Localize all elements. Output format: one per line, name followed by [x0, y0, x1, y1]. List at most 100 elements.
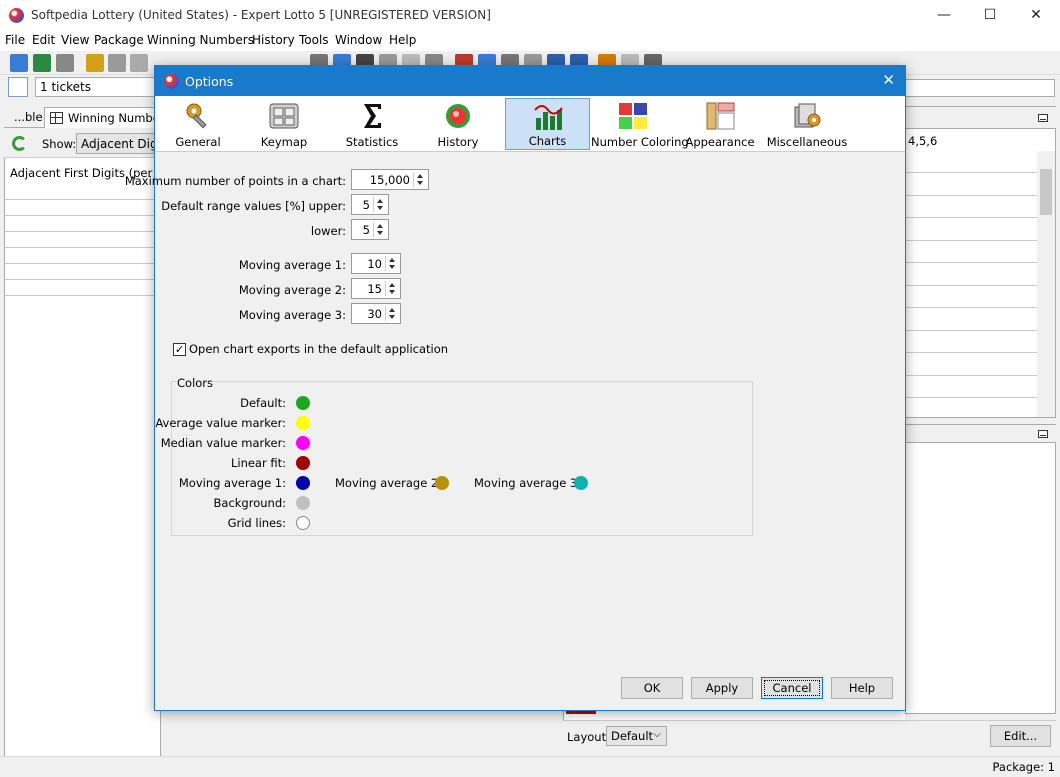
- colors-group-title: Colors: [177, 376, 214, 390]
- table-row: [5, 295, 160, 296]
- color-linear-fit-swatch[interactable]: [296, 456, 310, 470]
- moving-average-2-label: Moving average 2:: [238, 283, 346, 297]
- color-default-label: Default:: [240, 396, 286, 410]
- refresh-icon[interactable]: [12, 136, 27, 151]
- vertical-scrollbar[interactable]: [1037, 151, 1055, 417]
- color-moving-average-1-swatch[interactable]: [296, 476, 310, 490]
- chevron-down-icon: ⌵: [653, 729, 661, 740]
- spinner-arrows-icon[interactable]: [385, 281, 398, 296]
- category-statistics[interactable]: Statistics: [331, 98, 413, 150]
- range-upper-spinner[interactable]: 5: [351, 194, 389, 215]
- table-icon: [50, 112, 63, 124]
- menu-winning-numbers[interactable]: Winning Numbers: [147, 33, 254, 47]
- table-row: [5, 279, 160, 280]
- table-row: [905, 397, 1037, 398]
- range-upper-label: Default range values [%] upper:: [161, 199, 346, 213]
- color-moving-average-3-label: Moving average 3:: [474, 476, 582, 490]
- spinner-arrows-icon[interactable]: [385, 256, 398, 271]
- category-miscellaneous[interactable]: Miscellaneous: [765, 98, 849, 150]
- menu-edit[interactable]: Edit: [32, 33, 55, 47]
- menu-help[interactable]: Help: [389, 33, 416, 47]
- color-default-swatch[interactable]: [296, 396, 310, 410]
- right-panel-text: 4,5,6: [908, 134, 938, 148]
- spinner-arrows-icon[interactable]: [373, 222, 386, 237]
- open-exports-checkbox[interactable]: ✓: [173, 343, 186, 356]
- range-upper-value: 5: [362, 198, 370, 212]
- color-grid-icon[interactable]: [8, 77, 28, 97]
- layout-select[interactable]: Default ⌵: [606, 726, 667, 746]
- dialog-close-button[interactable]: ✕: [882, 71, 895, 89]
- edit-layout-button[interactable]: Edit...: [990, 725, 1051, 747]
- table-row: [905, 195, 1037, 196]
- max-points-spinner[interactable]: 15,000: [351, 169, 429, 190]
- moving-average-3-spinner[interactable]: 30: [351, 303, 401, 324]
- cancel-button[interactable]: Cancel: [761, 677, 823, 699]
- status-package: Package: 1: [992, 760, 1055, 774]
- maximize-button[interactable]: ☐: [967, 0, 1013, 31]
- new-ticket-icon[interactable]: [10, 54, 28, 72]
- save-icon[interactable]: [108, 54, 126, 72]
- color-moving-average-2-swatch[interactable]: [435, 476, 449, 490]
- menu-tools[interactable]: Tools: [299, 33, 329, 47]
- spinner-arrows-icon[interactable]: [373, 197, 386, 212]
- minimize-panel-icon[interactable]: [1038, 114, 1048, 122]
- table-row: [905, 262, 1037, 263]
- misc-icon: [794, 103, 821, 128]
- category-history[interactable]: History: [417, 98, 499, 150]
- menu-history[interactable]: History: [252, 33, 295, 47]
- color-background-swatch[interactable]: [296, 496, 310, 510]
- color-average-marker-swatch[interactable]: [296, 416, 310, 430]
- moving-average-1-label: Moving average 1:: [238, 258, 346, 272]
- color-median-marker-label: Median value marker:: [160, 436, 286, 450]
- menu-file[interactable]: File: [5, 33, 25, 47]
- category-general-label: General: [175, 135, 221, 149]
- sum-filter-icon[interactable]: [33, 54, 51, 72]
- minimize-button[interactable]: —: [921, 0, 967, 31]
- moving-average-2-spinner[interactable]: 15: [351, 278, 401, 299]
- spinner-arrows-icon[interactable]: [385, 306, 398, 321]
- menu-package[interactable]: Package: [94, 33, 144, 47]
- color-grid-lines-swatch[interactable]: [296, 516, 310, 530]
- category-general[interactable]: General: [161, 98, 235, 150]
- menu-view[interactable]: View: [61, 33, 89, 47]
- history-icon: [446, 104, 470, 128]
- scrollbar-thumb[interactable]: [1040, 169, 1052, 215]
- show-select[interactable]: Adjacent Digits: [76, 133, 166, 154]
- category-charts[interactable]: Charts: [505, 98, 590, 150]
- tickets-selector[interactable]: 1 tickets: [35, 77, 160, 97]
- appearance-icon: [706, 102, 735, 130]
- range-lower-spinner[interactable]: 5: [351, 219, 389, 240]
- spinner-arrows-icon[interactable]: [413, 172, 426, 187]
- gear-wrench-icon: [186, 103, 207, 129]
- open-icon[interactable]: [86, 54, 104, 72]
- sigma-icon: [364, 104, 381, 128]
- options-dialog: Options ✕ General Keymap Statistics Hist…: [125, 65, 906, 711]
- category-statistics-label: Statistics: [345, 135, 399, 149]
- color-median-marker-swatch[interactable]: [296, 436, 310, 450]
- color-grid-icon: [619, 103, 647, 129]
- moving-average-1-spinner[interactable]: 10: [351, 253, 401, 274]
- color-background-label: Background:: [213, 496, 286, 510]
- table-row: [905, 240, 1037, 241]
- category-appearance[interactable]: Appearance: [683, 98, 757, 150]
- help-button[interactable]: Help: [831, 677, 893, 699]
- apply-button[interactable]: Apply: [691, 677, 753, 699]
- close-window-button[interactable]: ✕: [1013, 0, 1059, 31]
- ok-button[interactable]: OK: [621, 677, 683, 699]
- wizard-icon[interactable]: [56, 54, 74, 72]
- status-bar: Package: 1: [0, 756, 1060, 777]
- tab-previous[interactable]: ...ble: [14, 110, 43, 124]
- menu-window[interactable]: Window: [335, 33, 382, 47]
- color-moving-average-3-swatch[interactable]: [574, 476, 588, 490]
- right-input-box[interactable]: [905, 79, 1055, 97]
- table-row: [905, 217, 1037, 218]
- category-number-coloring[interactable]: Number Coloring: [591, 98, 689, 150]
- category-keymap[interactable]: Keymap: [245, 98, 323, 150]
- tab-winning-numbers[interactable]: Winning Numbers: [44, 107, 164, 128]
- minimize-panel-icon[interactable]: [1038, 430, 1048, 438]
- max-points-value: 15,000: [369, 173, 410, 187]
- open-exports-label: Open chart exports in the default applic…: [189, 342, 449, 356]
- left-panel: [4, 106, 161, 771]
- dialog-title: Options: [185, 74, 234, 89]
- copy-icon[interactable]: [130, 54, 148, 72]
